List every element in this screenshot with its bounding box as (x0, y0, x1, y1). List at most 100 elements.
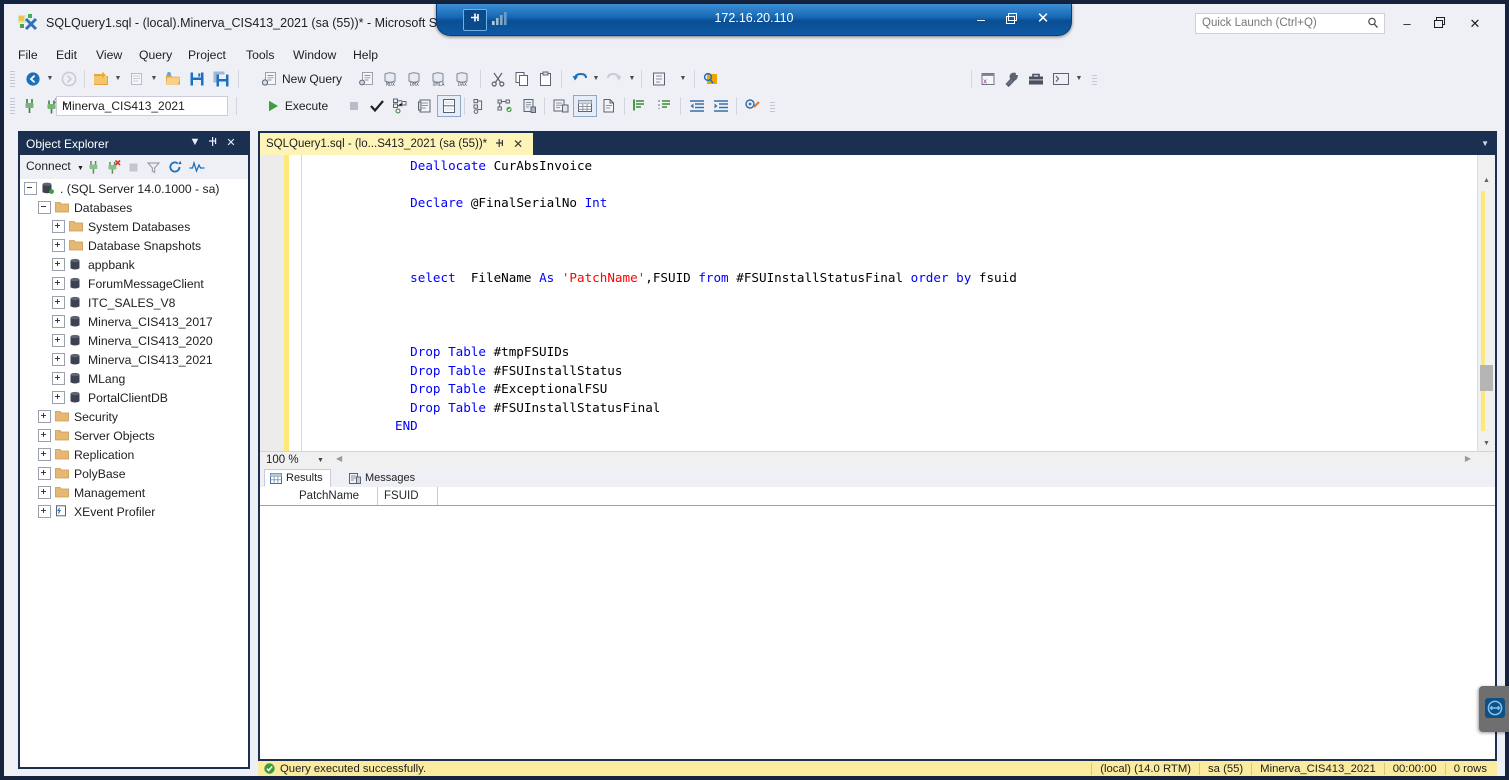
grid-column-patchname[interactable]: PatchName (293, 487, 378, 505)
connect-plug-icon[interactable] (84, 158, 102, 176)
include-live-plan-icon[interactable] (494, 96, 516, 116)
tree-node-server-objects[interactable]: Server Objects (20, 426, 248, 445)
expand-plus-icon[interactable] (52, 372, 65, 385)
new-dmx-query-icon[interactable]: DMX (404, 69, 426, 89)
tree-node-minerva-cis413-2020[interactable]: Minerva_CIS413_2020 (20, 331, 248, 350)
navigate-back-icon[interactable] (22, 69, 44, 89)
include-actual-plan-icon[interactable] (437, 95, 461, 117)
save-icon[interactable] (186, 69, 208, 89)
database-selector[interactable]: Minerva_CIS413_2021 ▼ (56, 96, 228, 116)
rdp-minimize-button[interactable]: – (969, 9, 993, 29)
new-xmla-query-icon[interactable]: XMLA (428, 69, 450, 89)
grid-column-fsuid[interactable]: FSUID (378, 487, 438, 505)
navigate-back-dropdown[interactable]: ▼ (45, 69, 55, 89)
expand-plus-icon[interactable] (38, 486, 51, 499)
expand-plus-icon[interactable] (38, 410, 51, 423)
menu-window[interactable]: Window (287, 47, 342, 63)
tree-node-system-databases[interactable]: System Databases (20, 217, 248, 236)
tree-node-minerva-cis413-2021[interactable]: Minerva_CIS413_2021 (20, 350, 248, 369)
stop-icon[interactable] (124, 158, 142, 176)
cut-icon[interactable] (487, 69, 509, 89)
sql-editor[interactable]: Deallocate CurAbsInvoice Declare @FinalS… (260, 155, 1495, 451)
pin-icon[interactable] (495, 138, 505, 151)
tree-node-security[interactable]: Security (20, 407, 248, 426)
toolbox-icon[interactable] (1025, 69, 1047, 89)
grid-select-all-corner[interactable] (260, 487, 294, 505)
uncomment-icon[interactable] (654, 96, 676, 116)
wrench-icon[interactable] (1001, 69, 1023, 89)
scroll-down-button[interactable]: ▼ (1478, 436, 1495, 451)
toolbar-grip[interactable] (10, 71, 15, 87)
tree-node-polybase[interactable]: PolyBase (20, 464, 248, 483)
expand-plus-icon[interactable] (52, 353, 65, 366)
new-dax-query-icon[interactable]: DAX (452, 69, 474, 89)
tree-node-replication[interactable]: Replication (20, 445, 248, 464)
expand-plus-icon[interactable] (52, 296, 65, 309)
close-icon[interactable]: ✕ (513, 137, 523, 151)
tree-node-management[interactable]: Management (20, 483, 248, 502)
expand-plus-icon[interactable] (38, 467, 51, 480)
sql-code-text[interactable]: Deallocate CurAbsInvoice Declare @FinalS… (304, 157, 1475, 436)
teamviewer-edge-widget[interactable] (1479, 686, 1509, 732)
disconnect-plug-icon[interactable] (104, 158, 122, 176)
tree-node-minerva-cis413-2017[interactable]: Minerva_CIS413_2017 (20, 312, 248, 331)
menu-help[interactable]: Help (347, 47, 384, 63)
specify-values-icon[interactable] (742, 96, 764, 116)
execute-button[interactable]: Execute (244, 96, 350, 116)
tree-node-forummessageclient[interactable]: ForumMessageClient (20, 274, 248, 293)
expand-plus-icon[interactable] (38, 505, 51, 518)
refresh-icon[interactable] (166, 158, 184, 176)
expand-plus-icon[interactable] (52, 334, 65, 347)
increase-indent-icon[interactable] (710, 96, 732, 116)
close-icon[interactable]: ✕ (224, 136, 238, 149)
editor-scroll-thumb[interactable] (1480, 365, 1493, 391)
console-icon[interactable] (1049, 69, 1073, 89)
editor-tab-sqlquery1[interactable]: SQLQuery1.sql - (lo...S413_2021 (sa (55)… (260, 133, 533, 155)
toolbar-grip[interactable] (10, 98, 15, 114)
include-client-statistics-icon[interactable] (470, 96, 492, 116)
tree-node-sql-server-14-0-1000-sa[interactable]: . (SQL Server 14.0.1000 - sa) (20, 179, 248, 198)
rdp-restore-button[interactable] (999, 9, 1023, 29)
parse-check-icon[interactable] (366, 96, 388, 116)
object-explorer-tree[interactable]: . (SQL Server 14.0.1000 - sa) Databases Sy… (20, 179, 248, 767)
tree-node-xevent-profiler[interactable]: XEvent Profiler (20, 502, 248, 521)
new-item-icon[interactable] (126, 69, 148, 89)
undo-icon[interactable] (568, 69, 590, 89)
menu-view[interactable]: View (90, 47, 128, 63)
menu-tools[interactable]: Tools (240, 47, 280, 63)
new-project-dropdown[interactable]: ▼ (113, 69, 123, 89)
undo-dropdown[interactable]: ▼ (591, 69, 601, 89)
expand-plus-icon[interactable] (52, 220, 65, 233)
window-maximize-button[interactable] (1425, 13, 1453, 35)
save-all-icon[interactable] (210, 69, 232, 89)
tree-node-itc-sales-v8[interactable]: ITC_SALES_V8 (20, 293, 248, 312)
tab-results[interactable]: Results (264, 469, 331, 487)
chevron-down-icon[interactable]: ▼ (317, 457, 324, 464)
menu-project[interactable]: Project (182, 47, 232, 63)
find-dropdown[interactable]: ▼ (678, 69, 688, 89)
results-to-file-icon[interactable] (598, 96, 620, 116)
pin-icon[interactable] (206, 136, 220, 150)
rdp-close-button[interactable]: ✕ (1031, 9, 1055, 29)
menu-edit[interactable]: Edit (50, 47, 83, 63)
tree-node-database-snapshots[interactable]: Database Snapshots (20, 236, 248, 255)
tree-node-appbank[interactable]: appbank (20, 255, 248, 274)
open-file-icon[interactable] (162, 69, 184, 89)
expand-plus-icon[interactable] (52, 277, 65, 290)
expand-plus-icon[interactable] (52, 258, 65, 271)
toolbar-overflow-grip[interactable] (1092, 75, 1097, 85)
copy-icon[interactable] (511, 69, 533, 89)
new-project-icon[interactable] (90, 69, 112, 89)
redo-icon[interactable] (604, 69, 626, 89)
collapse-minus-icon[interactable] (24, 182, 37, 195)
quick-find-icon[interactable] (700, 69, 722, 89)
redo-dropdown[interactable]: ▼ (627, 69, 637, 89)
tree-node-portalclientdb[interactable]: PortalClientDB (20, 388, 248, 407)
scroll-up-button[interactable]: ▲ (1478, 173, 1495, 188)
expand-plus-icon[interactable] (52, 315, 65, 328)
filter-icon[interactable] (144, 158, 162, 176)
menu-file[interactable]: File (12, 47, 44, 63)
paste-icon[interactable] (535, 69, 557, 89)
expand-plus-icon[interactable] (38, 448, 51, 461)
tab-overflow-chevron-icon[interactable]: ▼ (1481, 139, 1489, 148)
